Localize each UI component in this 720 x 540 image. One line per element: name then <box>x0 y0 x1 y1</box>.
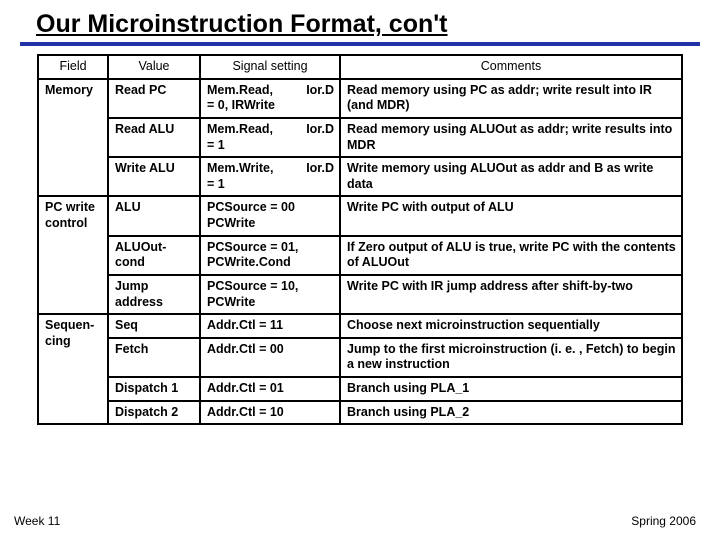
signal-cell: Addr.Ctl = 11 <box>200 314 340 338</box>
field-cell: PC write control <box>38 196 108 314</box>
table-row: Jump addressPCSource = 10, PCWriteWrite … <box>38 275 682 314</box>
microinstruction-table: Field Value Signal setting Comments Memo… <box>37 54 683 425</box>
comments-cell: Branch using PLA_1 <box>340 377 682 401</box>
signal-cell: Mem.Read, Ior.D= 1 <box>200 118 340 157</box>
comments-cell: Choose next microinstruction sequentiall… <box>340 314 682 338</box>
footer-right: Spring 2006 <box>631 514 696 528</box>
table-row: Dispatch 2Addr.Ctl = 10Branch using PLA_… <box>38 401 682 425</box>
footer-left: Week 11 <box>14 514 60 528</box>
signal-right: Ior.D <box>306 161 334 177</box>
signal-left: Mem.Read, <box>207 83 273 99</box>
signal-right: Ior.D <box>306 83 334 99</box>
value-cell: Write ALU <box>108 157 200 196</box>
signal-left: Mem.Read, <box>207 122 273 138</box>
value-cell: Jump address <box>108 275 200 314</box>
signal-cell: Mem.Write, Ior.D= 1 <box>200 157 340 196</box>
signal-line2: = 1 <box>207 177 334 193</box>
comments-cell: If Zero output of ALU is true, write PC … <box>340 236 682 275</box>
table-row: Sequen-cingSeqAddr.Ctl = 11Choose next m… <box>38 314 682 338</box>
signal-cell: PCSource = 00 PCWrite <box>200 196 340 235</box>
value-cell: ALUOut-cond <box>108 236 200 275</box>
comments-cell: Read memory using PC as addr; write resu… <box>340 79 682 118</box>
comments-cell: Jump to the first microinstruction (i. e… <box>340 338 682 377</box>
value-cell: Read ALU <box>108 118 200 157</box>
field-cell: Sequen-cing <box>38 314 108 424</box>
signal-cell: Addr.Ctl = 01 <box>200 377 340 401</box>
field-cell: Memory <box>38 79 108 197</box>
comments-cell: Write memory using ALUOut as addr and B … <box>340 157 682 196</box>
signal-cell: Mem.Read, Ior.D= 0, IRWrite <box>200 79 340 118</box>
header-value: Value <box>108 55 200 79</box>
table-row: Dispatch 1Addr.Ctl = 01Branch using PLA_… <box>38 377 682 401</box>
table-row: FetchAddr.Ctl = 00Jump to the first micr… <box>38 338 682 377</box>
signal-cell: Addr.Ctl = 00 <box>200 338 340 377</box>
comments-cell: Read memory using ALUOut as addr; write … <box>340 118 682 157</box>
table-row: PC write controlALUPCSource = 00 PCWrite… <box>38 196 682 235</box>
table-header-row: Field Value Signal setting Comments <box>38 55 682 79</box>
value-cell: Dispatch 2 <box>108 401 200 425</box>
header-comments: Comments <box>340 55 682 79</box>
signal-right: Ior.D <box>306 122 334 138</box>
title-underline <box>20 42 700 46</box>
table-row: Write ALU Mem.Write, Ior.D= 1 Write memory … <box>38 157 682 196</box>
comments-cell: Branch using PLA_2 <box>340 401 682 425</box>
value-cell: Dispatch 1 <box>108 377 200 401</box>
signal-line2: = 0, IRWrite <box>207 98 334 114</box>
header-signal: Signal setting <box>200 55 340 79</box>
table-row: ALUOut-condPCSource = 01, PCWrite.CondIf… <box>38 236 682 275</box>
signal-cell: PCSource = 01, PCWrite.Cond <box>200 236 340 275</box>
signal-line2: = 1 <box>207 138 334 154</box>
signal-cell: Addr.Ctl = 10 <box>200 401 340 425</box>
value-cell: Read PC <box>108 79 200 118</box>
comments-cell: Write PC with IR jump address after shif… <box>340 275 682 314</box>
table-row: Read ALU Mem.Read, Ior.D= 1 Read memory usi… <box>38 118 682 157</box>
table-row: MemoryRead PCMem.Read,Ior.D= 0, IRWriteR… <box>38 79 682 118</box>
signal-left: Mem.Write, <box>207 161 273 177</box>
header-field: Field <box>38 55 108 79</box>
value-cell: Seq <box>108 314 200 338</box>
slide-title: Our Microinstruction Format, con't <box>0 0 720 42</box>
signal-cell: PCSource = 10, PCWrite <box>200 275 340 314</box>
footer: Week 11 Spring 2006 <box>0 514 720 528</box>
comments-cell: Write PC with output of ALU <box>340 196 682 235</box>
value-cell: Fetch <box>108 338 200 377</box>
value-cell: ALU <box>108 196 200 235</box>
